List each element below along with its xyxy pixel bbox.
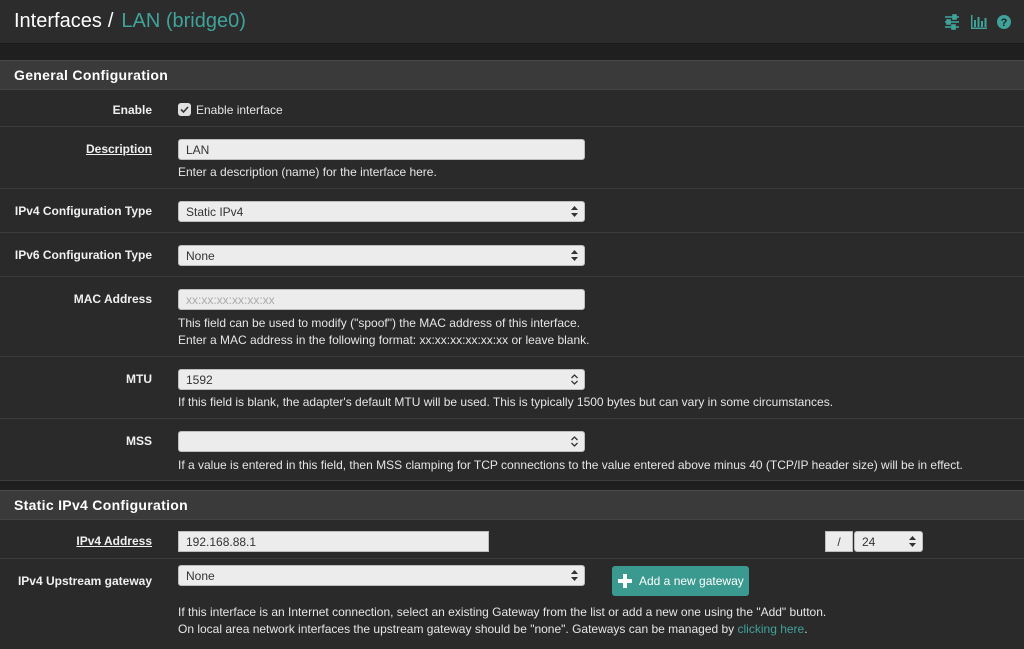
- breadcrumb-separator: /: [107, 10, 114, 32]
- mss-input[interactable]: [178, 431, 585, 452]
- ipv6-type-select[interactable]: None: [178, 245, 585, 266]
- ipv6-type-field: None: [178, 233, 1024, 276]
- select-arrows-icon: [571, 570, 578, 581]
- mtu-help: If this field is blank, the adapter's de…: [178, 395, 834, 409]
- gateway-help-prefix: On local area network interfaces the ups…: [178, 622, 738, 636]
- mss-help: If a value is entered in this field, the…: [178, 458, 963, 472]
- breadcrumb-current[interactable]: LAN (bridge0): [121, 10, 246, 33]
- add-gateway-label: Add a new gateway: [639, 574, 744, 588]
- enable-row: Enable Enable interface: [0, 90, 1024, 127]
- ipv6-type-value: None: [186, 249, 215, 263]
- select-arrows-icon: [571, 250, 578, 261]
- general-configuration-panel: General Configuration Enable Enable inte…: [0, 60, 1024, 481]
- ipv6-type-label: IPv6 Configuration Type: [14, 248, 152, 262]
- ipv4-type-label: IPv4 Configuration Type: [14, 204, 152, 218]
- ipv4-gateway-field: None Add a new gateway If this interface…: [178, 559, 1024, 649]
- prefix-select[interactable]: 24: [854, 531, 923, 552]
- check-icon: [180, 106, 189, 114]
- breadcrumb-section[interactable]: Interfaces: [14, 10, 102, 33]
- ipv4-type-row: IPv4 Configuration Type Static IPv4: [0, 189, 1024, 233]
- panel-heading: Static IPv4 Configuration: [0, 490, 1024, 520]
- ipv4-gateway-help: If this interface is an Internet connect…: [178, 604, 1024, 638]
- spinner-icon[interactable]: [571, 435, 578, 448]
- ipv4-type-field: Static IPv4: [178, 189, 1024, 232]
- mss-row: MSS If a value is entered in this field,…: [0, 419, 1024, 481]
- mac-address-help: This field can be used to modify ("spoof…: [178, 315, 1024, 349]
- description-row: Description LAN Enter a description (nam…: [0, 127, 1024, 189]
- mtu-label: MTU: [126, 372, 152, 386]
- mtu-field: 1592 If this field is blank, the adapter…: [178, 357, 1024, 418]
- description-help: Enter a description (name) for the inter…: [178, 165, 437, 179]
- enable-checkbox-label: Enable interface: [196, 102, 283, 117]
- select-arrows-icon: [571, 206, 578, 217]
- ipv4-gateway-label: IPv4 Upstream gateway: [17, 574, 152, 588]
- ipv4-address-row: IPv4 Address 192.168.88.1 / 24: [0, 520, 1024, 559]
- top-bar: Interfaces / LAN (bridge0) ?: [0, 0, 1024, 44]
- spacer: [0, 44, 1024, 60]
- select-arrows-icon: [909, 536, 916, 547]
- mac-help-line-1: This field can be used to modify ("spoof…: [178, 316, 581, 330]
- bar-chart-icon[interactable]: [970, 14, 987, 30]
- mac-address-row: MAC Address xx:xx:xx:xx:xx:xx This field…: [0, 277, 1024, 357]
- add-gateway-button[interactable]: Add a new gateway: [612, 566, 749, 596]
- mtu-value: 1592: [186, 373, 213, 387]
- mss-field: If a value is entered in this field, the…: [178, 419, 1024, 480]
- static-ipv4-panel: Static IPv4 Configuration IPv4 Address 1…: [0, 490, 1024, 649]
- gateway-help-line-1: If this interface is an Internet connect…: [178, 605, 827, 619]
- description-field: LAN Enter a description (name) for the i…: [178, 127, 1024, 188]
- ipv4-gateway-row: IPv4 Upstream gateway None Add a new gat…: [0, 559, 1024, 649]
- help-icon[interactable]: ?: [996, 14, 1012, 30]
- gateways-link[interactable]: clicking here: [738, 622, 805, 636]
- ipv4-type-value: Static IPv4: [186, 205, 244, 219]
- ipv4-type-select[interactable]: Static IPv4: [178, 201, 585, 222]
- enable-field: Enable interface: [178, 90, 1024, 126]
- mss-label: MSS: [125, 434, 152, 448]
- panel-heading: General Configuration: [0, 60, 1024, 90]
- prefix-value: 24: [862, 535, 876, 549]
- mac-address-field: xx:xx:xx:xx:xx:xx This field can be used…: [178, 277, 1024, 356]
- sliders-icon[interactable]: [944, 14, 960, 30]
- enable-label: Enable: [112, 103, 152, 117]
- mtu-input[interactable]: 1592: [178, 369, 585, 390]
- ipv4-gateway-select[interactable]: None: [178, 565, 585, 586]
- spinner-icon[interactable]: [571, 373, 578, 386]
- gateway-help-suffix: .: [804, 622, 808, 636]
- description-input[interactable]: LAN: [178, 139, 585, 160]
- plus-icon: [618, 574, 632, 588]
- mac-address-label: MAC Address: [73, 292, 152, 306]
- svg-text:?: ?: [1001, 17, 1008, 29]
- description-label[interactable]: Description: [0, 127, 152, 188]
- enable-checkbox[interactable]: [178, 103, 191, 117]
- ipv6-type-row: IPv6 Configuration Type None: [0, 233, 1024, 277]
- mac-help-line-2: Enter a MAC address in the following for…: [178, 333, 590, 347]
- ipv4-gateway-value: None: [186, 569, 215, 583]
- mac-address-input[interactable]: xx:xx:xx:xx:xx:xx: [178, 289, 585, 310]
- ipv4-address-field: 192.168.88.1 / 24: [178, 520, 1024, 558]
- ipv4-address-input[interactable]: 192.168.88.1: [178, 531, 489, 552]
- spacer: [0, 481, 1024, 490]
- ipv4-address-label[interactable]: IPv4 Address: [0, 520, 152, 558]
- prefix-slash: /: [825, 531, 853, 552]
- gateway-help-line-2: On local area network interfaces the ups…: [178, 621, 1024, 638]
- mtu-row: MTU 1592 If this field is blank, the ada…: [0, 357, 1024, 419]
- top-icons: ?: [944, 14, 1012, 30]
